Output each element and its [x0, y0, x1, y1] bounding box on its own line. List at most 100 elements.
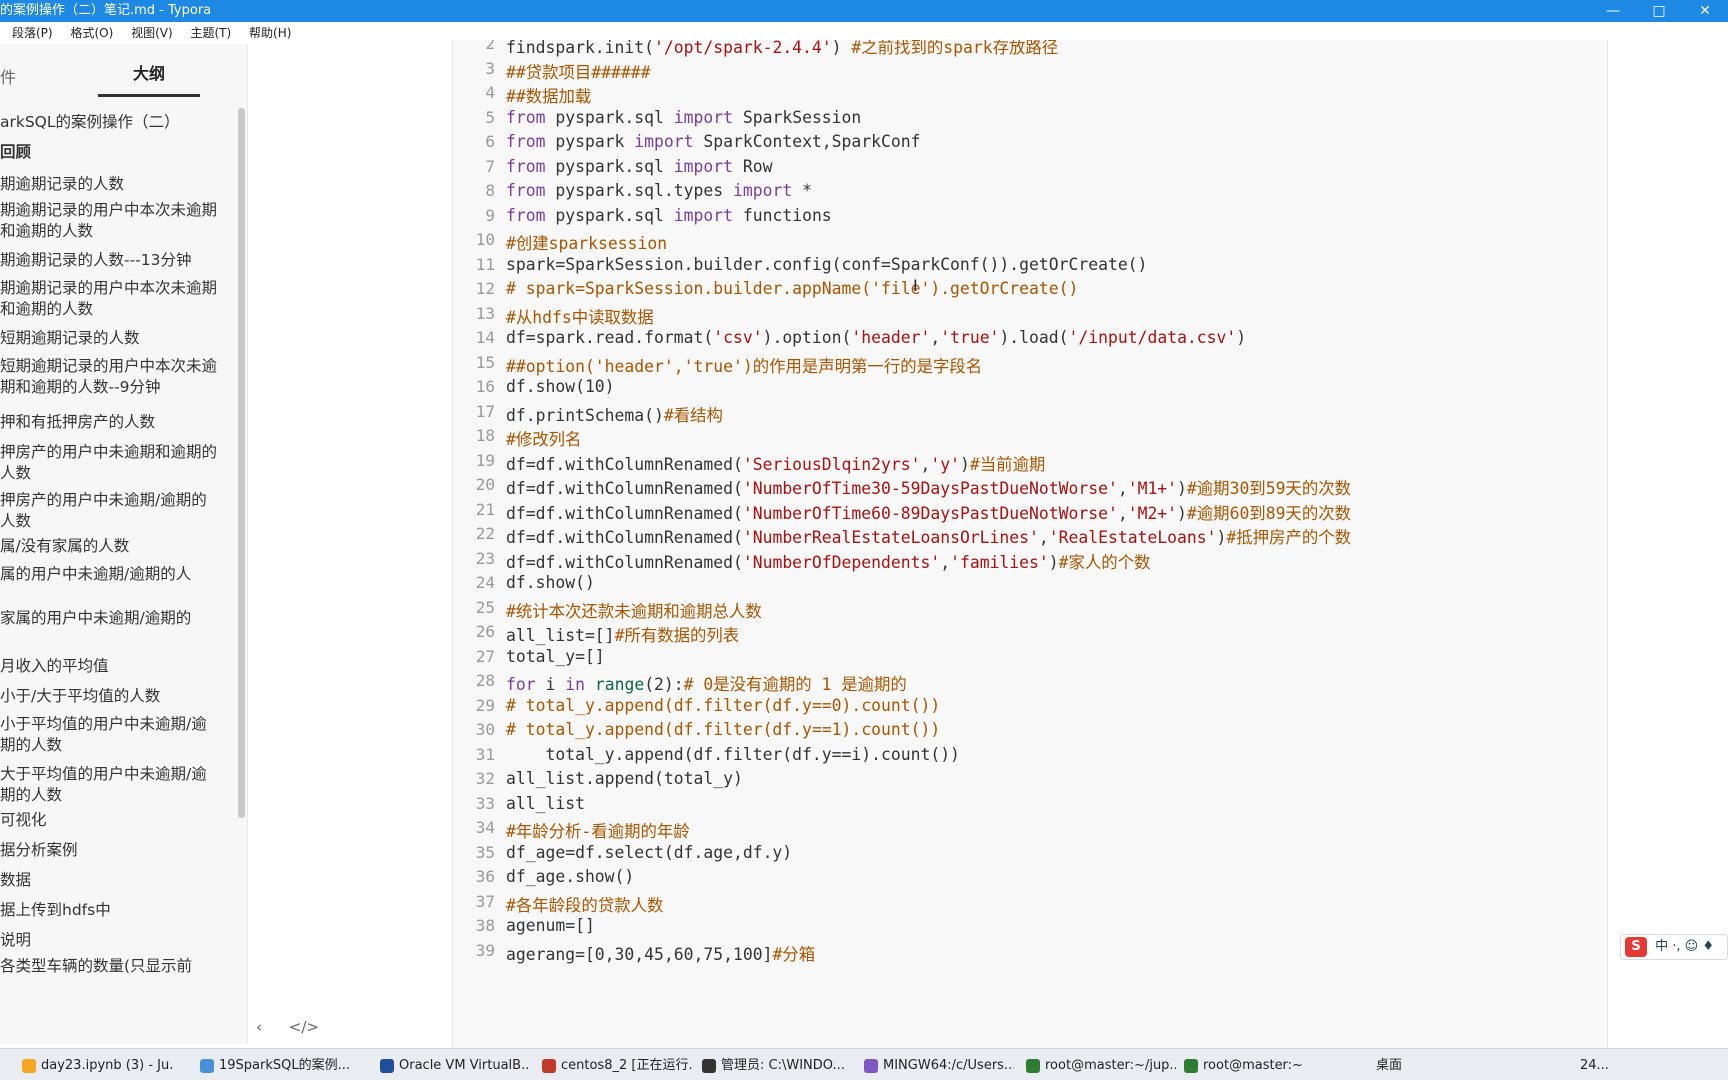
line-number: 33 — [475, 793, 495, 813]
taskbar-item[interactable]: 19SparkSQL的案例... — [200, 1055, 350, 1077]
outline-item[interactable]: 数据 — [0, 870, 220, 891]
code-line[interactable]: ##贷款项目###### — [506, 59, 651, 83]
outline-item[interactable]: 小于/大于平均值的人数 — [0, 686, 220, 707]
code-line[interactable]: findspark.init('/opt/spark-2.4.4') #之前找到… — [506, 40, 1058, 58]
line-number: 39 — [475, 940, 495, 960]
code-line[interactable]: # total_y.append(df.filter(df.y==1).coun… — [506, 720, 940, 739]
outline-item[interactable]: 期逾期记录的用户中本次未逾期和逾期的人数 — [0, 278, 220, 322]
code-line[interactable]: # total_y.append(df.filter(df.y==0).coun… — [506, 696, 940, 715]
outline-item[interactable]: 短期逾期记录的用户中本次未逾期和逾期的人数--9分钟 — [0, 356, 220, 400]
code-line[interactable]: from pyspark.sql.types import * — [506, 181, 812, 200]
code-line[interactable]: all_list=[]#所有数据的列表 — [506, 622, 739, 646]
outline-item[interactable]: 月收入的平均值 — [0, 656, 220, 677]
outline-item[interactable]: 期逾期记录的人数 — [0, 174, 220, 195]
code-line[interactable]: spark=SparkSession.builder.config(conf=S… — [506, 255, 1147, 274]
outline-item[interactable]: 各类型车辆的数量(只显示前 — [0, 956, 220, 977]
outline-item[interactable]: 押和有抵押房产的人数 — [0, 412, 220, 433]
line-number: 11 — [475, 254, 495, 274]
menu-view[interactable]: 视图(V) — [131, 26, 173, 40]
desktop-toolbar[interactable]: 桌面 — [1376, 1055, 1402, 1077]
menu-help[interactable]: 帮助(H) — [249, 26, 291, 40]
code-line[interactable]: for i in range(2):# 0是没有逾期的 1 是逾期的 — [506, 671, 907, 695]
outline-item[interactable]: 可视化 — [0, 810, 220, 831]
outline-item[interactable]: 家属的用户中未逾期/逾期的 — [0, 608, 220, 652]
code-line[interactable]: all_list.append(total_y) — [506, 769, 743, 788]
code-line[interactable]: #从hdfs中读取数据 — [506, 304, 654, 328]
close-button[interactable]: ✕ — [1682, 0, 1728, 22]
sidebar-footer: ‹ </> — [256, 1018, 341, 1036]
code-line[interactable]: df=df.withColumnRenamed('NumberRealEstat… — [506, 524, 1351, 548]
outline-item[interactable]: 短期逾期记录的人数 — [0, 328, 220, 349]
code-line[interactable]: df_age.show() — [506, 867, 634, 886]
code-line[interactable]: df_age=df.select(df.age,df.y) — [506, 843, 792, 862]
menu-paragraph[interactable]: 段落(P) — [12, 26, 53, 40]
cmd-icon — [702, 1058, 716, 1073]
menu-theme[interactable]: 主题(T) — [190, 26, 231, 40]
sidebar-tabs: 件 大纲 — [0, 44, 247, 100]
taskbar-item[interactable]: MINGW64:/c/Users... — [864, 1055, 1014, 1077]
code-line[interactable]: from pyspark.sql import SparkSession — [506, 108, 861, 127]
outline-item[interactable]: 说明 — [0, 930, 220, 951]
code-line[interactable]: df=spark.read.format('csv').option('head… — [506, 328, 1246, 347]
code-line[interactable]: #创建sparksession — [506, 230, 667, 254]
taskbar-item[interactable]: centos8_2 [正在运行... — [542, 1055, 692, 1077]
code-line[interactable]: total_y=[] — [506, 647, 605, 666]
taskbar-item[interactable]: 管理员: C:\WINDO... — [702, 1055, 852, 1077]
outline-item[interactable]: 据上传到hdfs中 — [0, 900, 220, 921]
code-block[interactable]: 2 3 4 5 6 7 8 9 10 11 12 13 14 15 16 17 18 19 20 21 22 23 24 25… — [452, 40, 1608, 1048]
outline-item[interactable]: 属的用户中未逾期/逾期的人 — [0, 564, 220, 608]
line-number: 38 — [475, 916, 495, 935]
code-line[interactable]: df.show() — [506, 573, 595, 592]
code-line[interactable]: df.show(10) — [506, 377, 615, 396]
outline-item[interactable]: 押房产的用户中未逾期和逾期的人数 — [0, 442, 220, 486]
code-line[interactable]: ##数据加载 — [506, 83, 591, 107]
code-line[interactable]: # spark=SparkSession.builder.appName('fi… — [506, 279, 1078, 298]
sidebar-scrollbar[interactable] — [238, 108, 245, 818]
outline-item[interactable]: 回顾 — [0, 142, 220, 163]
code-line[interactable]: #修改列名 — [506, 426, 581, 450]
code-line[interactable]: total_y.append(df.filter(df.y==i).count(… — [506, 745, 959, 764]
code-line[interactable]: df.printSchema()#看结构 — [506, 402, 723, 426]
code-line[interactable]: from pyspark import SparkContext,SparkCo… — [506, 132, 920, 151]
chevron-left-icon[interactable]: ‹ — [256, 1018, 262, 1036]
outline-item[interactable]: 大于平均值的用户中未逾期/逾期的人数 — [0, 764, 220, 808]
code-line[interactable]: from pyspark.sql import functions — [506, 206, 832, 225]
code-line[interactable]: agerang=[0,30,45,60,75,100]#分箱 — [506, 941, 815, 965]
source-code-icon[interactable]: </> — [289, 1018, 319, 1036]
taskbar-item[interactable]: Oracle VM VirtualB... — [380, 1055, 530, 1077]
code-line[interactable]: #各年龄段的贷款人数 — [506, 892, 663, 916]
minimize-button[interactable]: — — [1590, 0, 1636, 22]
code-line[interactable]: df=df.withColumnRenamed('NumberOfDepende… — [506, 549, 1150, 573]
maximize-button[interactable]: □ — [1636, 0, 1682, 22]
outline-item[interactable]: 据分析案例 — [0, 840, 220, 861]
taskbar-item-label: MINGW64:/c/Users... — [883, 1058, 1014, 1073]
taskbar-item[interactable]: root@master:~ — [1184, 1055, 1334, 1077]
tray-clock[interactable]: 24... — [1580, 1055, 1609, 1077]
code-line[interactable]: ##option('header','true')的作用是声明第一行的是字段名 — [506, 353, 982, 377]
tab-outline[interactable]: 大纲 — [98, 60, 200, 97]
taskbar-item-label: 管理员: C:\WINDO... — [721, 1058, 845, 1073]
code-line[interactable]: df=df.withColumnRenamed('NumberOfTime60-… — [506, 500, 1351, 524]
ime-toolbar[interactable]: S 中 ·, ☺ ♦ — [1620, 934, 1728, 960]
outline-item[interactable]: 期逾期记录的用户中本次未逾期和逾期的人数 — [0, 200, 220, 244]
line-number: 3 — [485, 58, 495, 78]
code-line[interactable]: #年龄分析-看逾期的年龄 — [506, 818, 690, 842]
code-line[interactable]: from pyspark.sql import Row — [506, 157, 772, 176]
outline-item[interactable]: 属/没有家属的人数 — [0, 536, 220, 557]
code-line[interactable]: agenum=[] — [506, 916, 595, 935]
code-line[interactable]: #统计本次还款未逾期和逾期总人数 — [506, 598, 762, 622]
outline-item[interactable]: 小于平均值的用户中未逾期/逾期的人数 — [0, 714, 220, 758]
outline-item[interactable]: arkSQL的案例操作（二） — [0, 112, 220, 133]
menu-format[interactable]: 格式(O) — [70, 26, 113, 40]
taskbar-item[interactable]: root@master:~/jup... — [1026, 1055, 1176, 1077]
code-line[interactable]: df=df.withColumnRenamed('SeriousDlqin2yr… — [506, 451, 1045, 475]
tab-files[interactable]: 件 — [0, 64, 16, 88]
code-line[interactable]: all_list — [506, 794, 585, 813]
ime-status: 中 ·, ☺ ♦ — [1655, 939, 1715, 954]
taskbar-item[interactable]: day23.ipynb (3) - Ju... — [22, 1055, 172, 1077]
taskbar-item-label: 19SparkSQL的案例... — [219, 1058, 350, 1073]
code-line[interactable]: df=df.withColumnRenamed('NumberOfTime30-… — [506, 475, 1351, 499]
line-number: 16 — [475, 377, 495, 396]
outline-item[interactable]: 期逾期记录的人数---13分钟 — [0, 250, 220, 271]
outline-item[interactable]: 押房产的用户中未逾期/逾期的人数 — [0, 490, 220, 534]
